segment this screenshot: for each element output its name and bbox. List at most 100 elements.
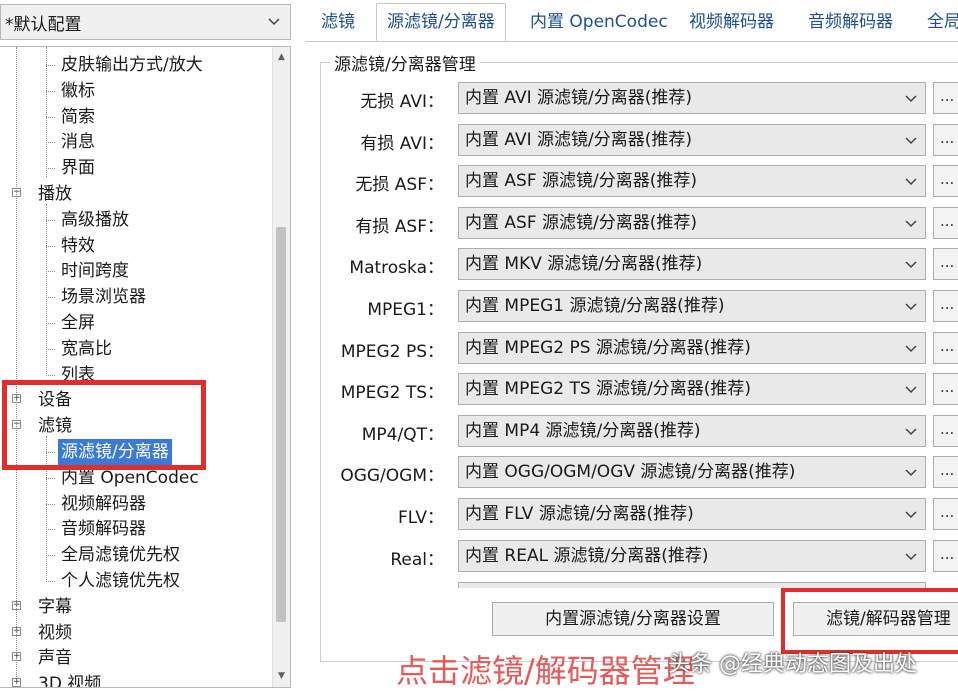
tree-connector <box>46 116 55 118</box>
tab-2[interactable]: 内置 OpenCodec <box>530 6 668 40</box>
splitter-select[interactable]: 内置 MKV 源滤镜/分离器(推荐) <box>458 248 926 281</box>
tree-item-label: 播放 <box>38 184 72 204</box>
splitter-select[interactable]: 内置 MPEG2 PS 源滤镜/分离器(推荐) <box>458 331 926 364</box>
tree-connector <box>46 142 55 144</box>
splitter-options-button[interactable]: ... <box>933 373 958 406</box>
tree-item[interactable]: 徽标 <box>0 78 270 104</box>
tree-item[interactable]: + 字幕 <box>0 594 270 620</box>
splitter-select-value: 内置 AVI 源滤镜/分离器(推荐) <box>465 129 692 150</box>
scroll-thumb[interactable] <box>276 227 286 622</box>
scroll-down-arrow-icon[interactable]: ▼ <box>273 668 290 685</box>
splitter-select[interactable]: 内置 MP4 源滤镜/分离器(推荐) <box>458 414 926 447</box>
tree-item-label: 时间跨度 <box>61 261 129 282</box>
tree-item[interactable]: 皮肤输出方式/放大 <box>0 52 270 78</box>
splitter-select-value: 内置 MP4 源滤镜/分离器(推荐) <box>465 420 701 441</box>
splitter-select[interactable]: 内置 OGG/OGM/OGV 源滤镜/分离器(推荐) <box>458 456 926 489</box>
tree-guide <box>16 47 17 677</box>
tree-item[interactable]: 视频解码器 <box>0 491 270 517</box>
format-label: OGG/OGM： <box>340 466 444 487</box>
tree-item[interactable]: 个人滤镜优先权 <box>0 568 270 594</box>
chevron-down-icon <box>905 95 917 103</box>
tree-item[interactable]: +3D 视频 <box>0 671 270 688</box>
format-label: MPEG2 TS： <box>340 383 444 404</box>
tree-item[interactable]: 时间跨度 <box>0 258 270 284</box>
tree-item[interactable]: 消息 <box>0 129 270 155</box>
tree-connector <box>46 348 55 350</box>
splitter-select[interactable]: 内置 ASF 源滤镜/分离器(推荐) <box>458 165 926 198</box>
splitter-select-value: 内置 MPEG1 源滤镜/分离器(推荐) <box>465 296 725 316</box>
tree-item[interactable]: + 声音 <box>0 645 270 671</box>
tree-item[interactable]: 全屏 <box>0 310 270 336</box>
splitter-options-button[interactable]: ... <box>933 331 958 364</box>
tree-item[interactable]: 界面 <box>0 155 270 181</box>
tab-1[interactable]: 源滤镜/分离器 <box>376 3 506 41</box>
tree-item-label: 声音 <box>38 648 72 669</box>
splitter-select-value: 内置 ASF 源滤镜/分离器(推荐) <box>465 171 697 192</box>
tab-0[interactable]: 滤镜 <box>321 6 355 40</box>
splitter-select-value: 内置 MKV 源滤镜/分离器(推荐) <box>465 254 703 275</box>
tree-item[interactable]: 音频解码器 <box>0 516 270 542</box>
scroll-up-arrow-icon[interactable]: ▲ <box>273 49 290 66</box>
tree-item[interactable]: 场景浏览器 <box>0 284 270 310</box>
splitter-options-button[interactable]: ... <box>933 165 958 198</box>
splitter-select[interactable]: 内置 MPEG2 TS 源滤镜/分离器(推荐) <box>458 373 926 406</box>
format-label: MP4/QT： <box>361 424 444 445</box>
tab-4[interactable]: 音频解码器 <box>808 6 893 40</box>
splitter-select[interactable]: 内置 MPEG1 源滤镜/分离器(推荐) <box>458 290 926 322</box>
format-label: 无损 AVI： <box>360 92 444 112</box>
splitter-select[interactable]: 内置 AVI 源滤镜/分离器(推荐) <box>458 123 926 156</box>
splitter-select[interactable]: 内置 FLV 源滤镜/分离器(推荐) <box>458 498 926 530</box>
profile-select[interactable]: *默认配置 <box>0 4 291 40</box>
builtin-splitter-settings-button[interactable]: 内置源滤镜/分离器设置 <box>492 602 774 636</box>
tree-item[interactable]: 特效 <box>0 233 270 259</box>
tree-connector <box>46 219 55 221</box>
groupbox-title: 源滤镜/分离器管理 <box>330 50 480 75</box>
chevron-down-icon <box>905 137 917 144</box>
splitter-options-button[interactable]: ... <box>933 539 958 572</box>
format-label: MPEG2 PS： <box>340 341 444 362</box>
tree-guide <box>46 204 47 374</box>
splitter-select-value: 内置 REAL 源滤镜/分离器(推荐) <box>465 545 709 566</box>
tree-connector <box>46 503 55 505</box>
format-label: Matroska： <box>349 258 444 279</box>
chevron-down-icon <box>905 553 917 560</box>
tree-item-label: 3D 视频 <box>38 674 102 688</box>
tree-item-label: 音频解码器 <box>61 519 146 540</box>
tree-connector <box>46 529 55 531</box>
splitter-select[interactable]: 内置 REAL 源滤镜/分离器(推荐) <box>458 539 926 572</box>
watermark: 头条 @经典动态图及出处 <box>668 652 917 677</box>
chevron-down-icon <box>905 511 917 519</box>
tree-scrollbar[interactable]: ▲ ▼ <box>272 47 290 687</box>
tree-item[interactable]: 简索 <box>0 104 270 130</box>
splitter-options-button[interactable]: ... <box>933 498 958 530</box>
tree-item[interactable]: 宽高比 <box>0 336 270 362</box>
splitter-select[interactable]: 内置 ASF 源滤镜/分离器(推荐) <box>458 206 926 239</box>
tree-item-label: 视频 <box>38 622 72 643</box>
splitter-options-button[interactable]: ... <box>933 82 958 114</box>
tree-item-label: 全局滤镜优先权 <box>61 545 180 566</box>
tree-item-label: 全屏 <box>61 313 95 333</box>
tab-3[interactable]: 视频解码器 <box>689 6 774 40</box>
splitter-select[interactable]: 内置 AVI 源滤镜/分离器(推荐) <box>458 82 926 114</box>
chevron-down-icon <box>905 261 917 269</box>
tree-item-label: 简索 <box>61 106 95 127</box>
tree-item[interactable]: 全局滤镜优先权 <box>0 542 270 568</box>
splitter-select-value: 内置 MPEG2 TS 源滤镜/分离器(推荐) <box>465 379 752 400</box>
tree-connector <box>46 374 55 376</box>
tree-item-label: 消息 <box>61 132 95 153</box>
splitter-options-button[interactable]: ... <box>933 414 958 447</box>
splitter-options-button[interactable]: ... <box>933 206 958 239</box>
tree-item[interactable]: 高级播放 <box>0 207 270 233</box>
splitter-options-button[interactable]: ... <box>933 123 958 156</box>
tree-item[interactable]: − 播放 <box>0 181 270 207</box>
tree-item-label: 场景浏览器 <box>61 287 146 308</box>
splitter-options-button[interactable]: ... <box>933 456 958 489</box>
expand-plus-icon[interactable]: + <box>12 678 21 687</box>
splitter-options-button[interactable]: ... <box>933 248 958 281</box>
splitter-select-value: 内置 FLV 源滤镜/分离器(推荐) <box>465 504 694 524</box>
splitter-options-button[interactable]: ... <box>933 290 958 322</box>
tree-item[interactable]: + 视频 <box>0 620 270 646</box>
chevron-down-icon <box>905 178 917 186</box>
tab-5[interactable]: 全局 <box>927 6 958 40</box>
format-label: 有损 ASF： <box>355 216 444 237</box>
